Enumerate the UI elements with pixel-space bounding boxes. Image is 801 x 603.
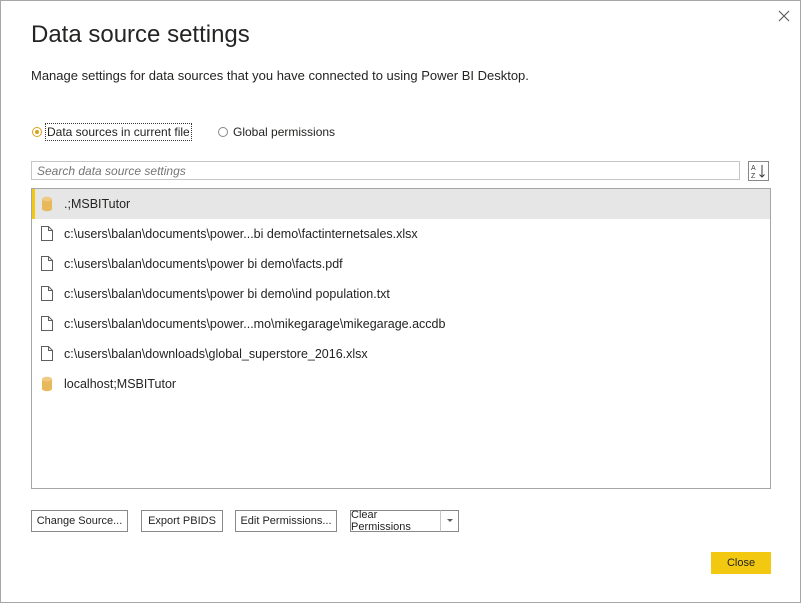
close-button[interactable]: Close bbox=[711, 552, 771, 574]
data-source-label: c:\users\balan\documents\power...mo\mike… bbox=[64, 317, 446, 331]
clear-permissions-button[interactable]: Clear Permissions bbox=[350, 509, 441, 533]
data-source-label: c:\users\balan\documents\power bi demo\f… bbox=[64, 257, 343, 271]
data-source-label: localhost;MSBITutor bbox=[64, 377, 177, 391]
data-source-row[interactable]: localhost;MSBITutor bbox=[32, 369, 770, 399]
file-icon bbox=[41, 286, 55, 302]
database-icon bbox=[41, 376, 55, 392]
edit-permissions-button[interactable]: Edit Permissions... bbox=[235, 510, 337, 532]
radio-selected-icon[interactable] bbox=[32, 127, 42, 137]
data-source-row[interactable]: c:\users\balan\documents\power bi demo\i… bbox=[32, 279, 770, 309]
dialog-description: Manage settings for data sources that yo… bbox=[31, 68, 529, 83]
sort-az-icon: A Z bbox=[751, 165, 765, 180]
data-source-row[interactable]: c:\users\balan\documents\power...bi demo… bbox=[32, 219, 770, 249]
file-icon bbox=[41, 256, 55, 272]
data-source-label: .;MSBITutor bbox=[64, 197, 131, 211]
export-pbids-button[interactable]: Export PBIDS bbox=[141, 510, 223, 532]
data-source-row[interactable]: c:\users\balan\documents\power bi demo\f… bbox=[32, 249, 770, 279]
data-source-label: c:\users\balan\documents\power bi demo\i… bbox=[64, 287, 390, 301]
radio-unselected-icon[interactable] bbox=[218, 127, 228, 137]
svg-text:A: A bbox=[751, 165, 756, 172]
clear-permissions-dropdown-icon[interactable] bbox=[440, 510, 459, 532]
data-source-row[interactable]: c:\users\balan\downloads\global_supersto… bbox=[32, 339, 770, 369]
data-source-list: .;MSBITutor c:\users\balan\documents\powe… bbox=[31, 188, 771, 489]
data-source-settings-dialog: Data source settings Manage settings for… bbox=[0, 0, 801, 603]
data-source-label: c:\users\balan\downloads\global_supersto… bbox=[64, 347, 368, 361]
radio-current-file[interactable]: Data sources in current file bbox=[32, 123, 192, 141]
data-source-row[interactable]: c:\users\balan\documents\power...mo\mike… bbox=[32, 309, 770, 339]
radio-global-permissions[interactable]: Global permissions bbox=[218, 125, 335, 139]
change-source-button[interactable]: Change Source... bbox=[31, 510, 128, 532]
radio-global-permissions-label[interactable]: Global permissions bbox=[233, 125, 335, 139]
search-input[interactable] bbox=[31, 161, 740, 180]
data-source-row[interactable]: .;MSBITutor bbox=[32, 189, 770, 219]
file-icon bbox=[41, 346, 55, 362]
dialog-title: Data source settings bbox=[31, 21, 250, 48]
data-source-label: c:\users\balan\documents\power...bi demo… bbox=[64, 227, 418, 241]
close-icon[interactable] bbox=[773, 5, 795, 27]
file-icon bbox=[41, 316, 55, 332]
svg-text:Z: Z bbox=[751, 173, 756, 180]
database-icon bbox=[41, 196, 55, 212]
file-icon bbox=[41, 226, 55, 242]
sort-az-button[interactable]: A Z bbox=[748, 161, 769, 181]
radio-current-file-label[interactable]: Data sources in current file bbox=[45, 123, 192, 141]
